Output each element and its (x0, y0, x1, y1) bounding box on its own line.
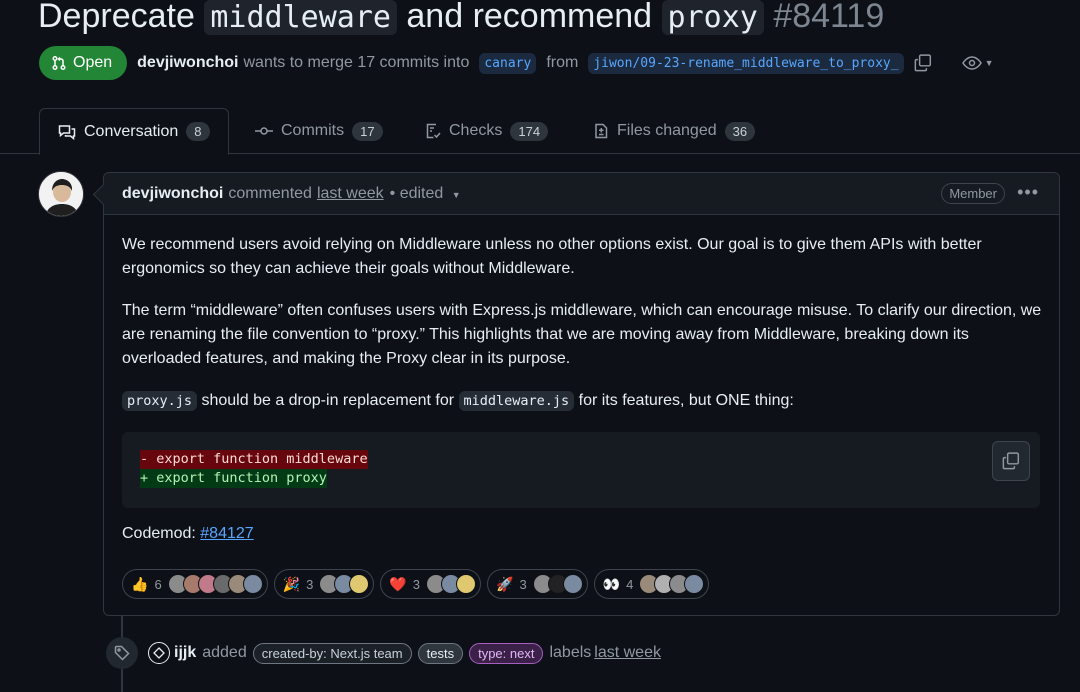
reactions-bar: 👍 6 🎉 3 ❤️ 3 🚀 3 👀 4 (122, 569, 710, 599)
copy-branch-icon[interactable] (914, 54, 932, 72)
label-type-next[interactable]: type: next (469, 642, 544, 664)
comment-author-avatar[interactable] (38, 171, 84, 217)
merge-text: wants to merge 17 commits into (243, 54, 470, 71)
tab-counter: 174 (510, 121, 549, 141)
reaction-count: 3 (306, 576, 314, 592)
pr-author-link[interactable]: devjiwonchoi (137, 54, 238, 72)
copy-icon (1002, 452, 1020, 470)
pull-request-icon (52, 55, 66, 71)
reaction-rocket[interactable]: 🚀 3 (487, 569, 588, 599)
tab-counter: 8 (186, 122, 210, 141)
diff-added-line: + export function proxy (140, 469, 327, 488)
avatar (349, 574, 370, 594)
event-action: added (202, 644, 247, 661)
pr-status-row: Open devjiwonchoi wants to merge 17 comm… (39, 46, 994, 80)
watch-eye-icon[interactable]: ▼ (961, 55, 994, 71)
copy-code-button[interactable] (992, 441, 1030, 481)
tag-icon (106, 637, 138, 669)
event-actor[interactable]: ijjk (174, 644, 196, 662)
from-text: from (546, 54, 579, 71)
thumbs-up-icon: 👍 (131, 575, 149, 592)
comment-action: commented (228, 184, 312, 202)
tab-conversation[interactable]: Conversation 8 (39, 108, 229, 155)
pr-title: Deprecate middleware and recommend proxy… (38, 0, 884, 38)
tab-counter: 36 (724, 121, 756, 141)
reaction-count: 3 (519, 576, 527, 592)
tab-label: Files changed (617, 122, 717, 139)
heart-icon: ❤️ (389, 575, 407, 592)
inline-code-middleware: middleware.js (458, 391, 575, 411)
avatar (242, 574, 263, 594)
reactor-avatars (167, 574, 263, 594)
avatar (456, 574, 477, 594)
inline-code-proxy: proxy.js (122, 391, 198, 411)
reaction-heart[interactable]: ❤️ 3 (380, 569, 482, 599)
paragraph-text: should be a drop-in replacement for (197, 392, 459, 409)
commit-icon (255, 127, 273, 135)
reactor-avatars (426, 574, 477, 594)
file-diff-icon (595, 123, 608, 139)
reaction-eyes[interactable]: 👀 4 (593, 569, 710, 599)
tab-counter: 17 (352, 121, 383, 141)
title-code-proxy: proxy (661, 0, 764, 35)
ijjk-avatar[interactable] (148, 642, 170, 664)
paragraph-text: for its features, but ONE thing: (574, 392, 794, 409)
tab-commits[interactable]: Commits 17 (255, 108, 383, 154)
tab-label: Checks (449, 122, 503, 139)
status-label: Open (73, 54, 113, 71)
avatar (562, 574, 583, 594)
diff-deleted-line: - export function middleware (140, 450, 368, 469)
label-created-by[interactable]: created-by: Next.js team (252, 642, 412, 664)
party-icon: 🎉 (282, 575, 301, 592)
reactor-avatars (532, 574, 583, 594)
comment-time[interactable]: last week (317, 185, 384, 203)
head-branch[interactable]: jiwon/09-23-rename_middleware_to_proxy_ (588, 52, 904, 74)
timeline-label-event: ijjk added created-by: Next.js team test… (148, 640, 661, 666)
eyes-icon: 👀 (602, 575, 621, 592)
comment-box: devjiwonchoi commented last week • edite… (103, 172, 1060, 616)
diff-code-block: - export function middleware + export fu… (122, 432, 1040, 508)
reaction-count: 3 (412, 576, 421, 592)
comment-header: devjiwonchoi commented last week • edite… (104, 173, 1059, 215)
chevron-down-icon: ▼ (984, 58, 994, 68)
pr-tabs: Conversation 8 Commits 17 Checks 174 Fil… (0, 108, 1080, 155)
codemod-line: Codemod: #84127 (122, 525, 254, 543)
pr-number: #84119 (773, 0, 885, 35)
comment-paragraph-2: The term “middleware” often confuses use… (122, 302, 1042, 367)
event-time[interactable]: last week (594, 644, 661, 662)
reaction-count: 4 (626, 576, 634, 592)
reaction-count: 6 (154, 576, 162, 592)
codemod-link[interactable]: #84127 (200, 525, 253, 542)
kebab-menu-icon[interactable]: ••• (1017, 182, 1039, 203)
status-badge-open: Open (39, 46, 128, 80)
reactor-avatars (639, 574, 705, 594)
checklist-icon (426, 123, 441, 139)
tab-label: Commits (281, 122, 345, 139)
title-text-2: and recommend (396, 0, 662, 35)
event-suffix: labels (549, 644, 592, 661)
avatar (684, 574, 705, 594)
reaction-hooray[interactable]: 🎉 3 (273, 569, 375, 599)
tab-files-changed[interactable]: Files changed 36 (593, 108, 756, 154)
title-code-middleware: middleware (204, 0, 397, 35)
base-branch[interactable]: canary (479, 52, 537, 74)
edited-dropdown[interactable]: • edited ▼ (390, 185, 461, 203)
reaction-thumbs-up[interactable]: 👍 6 (122, 569, 268, 599)
comment-paragraph-3: proxy.js should be a drop-in replacement… (122, 389, 1042, 413)
edited-label: • edited (389, 184, 444, 202)
tab-label: Conversation (84, 122, 179, 140)
chevron-down-icon: ▼ (451, 189, 461, 200)
comment-author[interactable]: devjiwonchoi (122, 185, 223, 203)
title-text-1: Deprecate (38, 0, 205, 35)
rocket-icon: 🚀 (496, 575, 514, 592)
comment-icon (58, 124, 76, 140)
label-tests[interactable]: tests (417, 642, 464, 664)
comment-paragraph-1: We recommend users avoid relying on Midd… (122, 236, 982, 277)
comment-body: We recommend users avoid relying on Midd… (122, 233, 1042, 431)
reactor-avatars (319, 574, 370, 594)
tab-checks[interactable]: Checks 174 (425, 108, 549, 154)
codemod-label: Codemod: (122, 525, 201, 542)
member-badge: Member (941, 183, 1005, 204)
